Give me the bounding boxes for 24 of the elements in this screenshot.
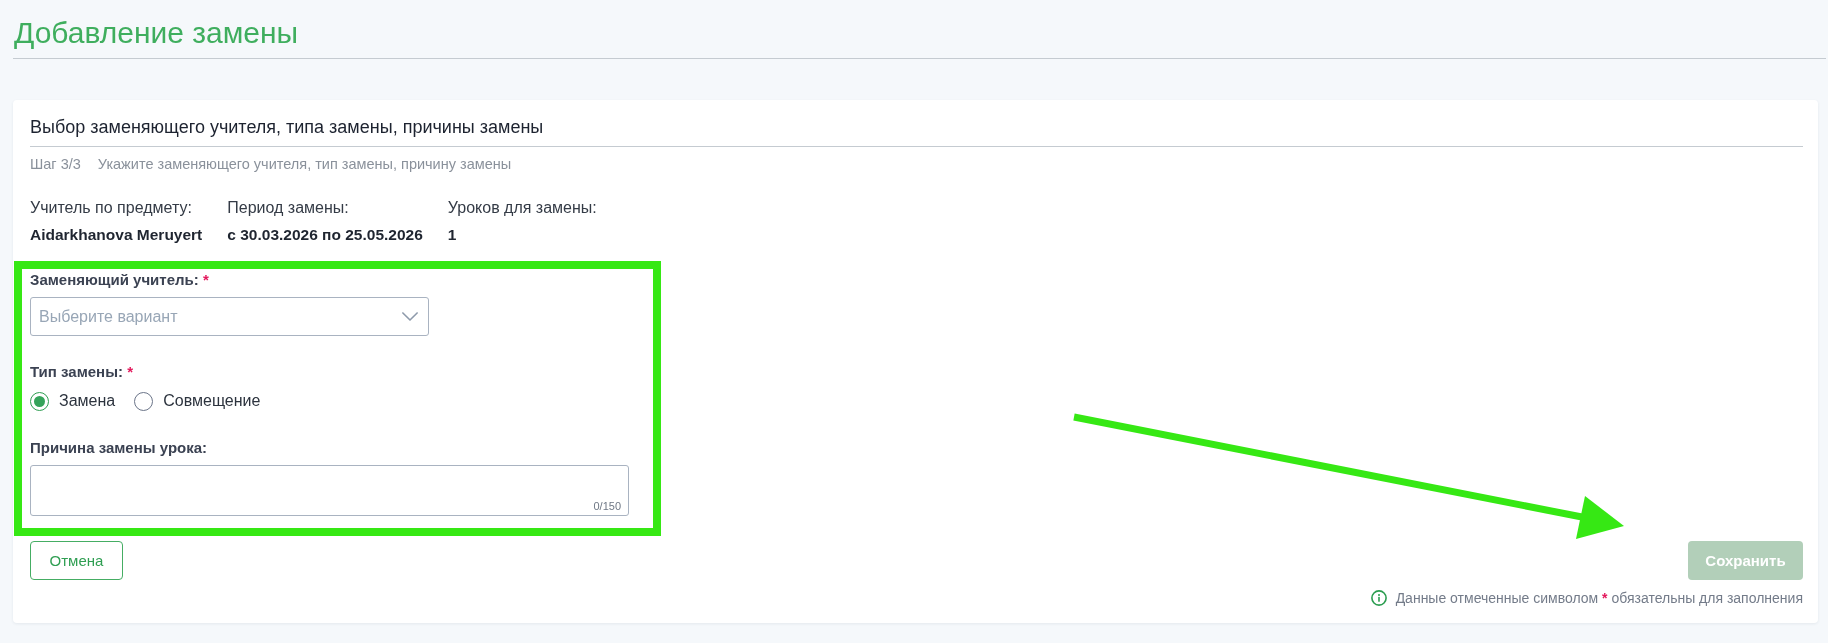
chevron-down-icon [402,312,418,321]
field-label: Тип замены: * [30,363,133,381]
radio-label[interactable]: Замена [59,391,116,411]
info-label: Учитель по предмету: [30,198,193,218]
required-note: Данные отмеченные символом * обязательны для заполнения [1395,589,1803,607]
radio-button[interactable] [30,391,49,411]
field-label: Заменяющий учитель: * [30,271,209,289]
info-label: Период замены: [227,198,350,218]
radio-button[interactable] [134,391,154,411]
character-counter: 0/150 [593,500,621,513]
select-field[interactable]: Выберите вариант [30,297,429,336]
radio-label[interactable]: Совмещение [163,391,261,411]
info-value: с 30.03.2026 по 25.05.2026 [227,225,423,245]
info-label: Уроков для замены: [447,198,597,218]
step-hint: Укажите заменяющего учителя, тип замены, причину замены [97,155,512,173]
action-button[interactable]: Отмена [30,541,123,580]
page-title: Добавление замены [14,15,299,51]
info-value: 1 [447,225,458,245]
field-label: Причина замены урока: [30,439,208,457]
info-icon [1370,590,1387,606]
reason-textarea[interactable] [30,465,629,516]
card-title: Выбор заменяющего учителя, типа замены, причины замены [30,116,1803,147]
info-value: Aidarkhanova Meruyert [30,225,203,245]
step-counter: Шаг 3/3 [30,155,81,173]
